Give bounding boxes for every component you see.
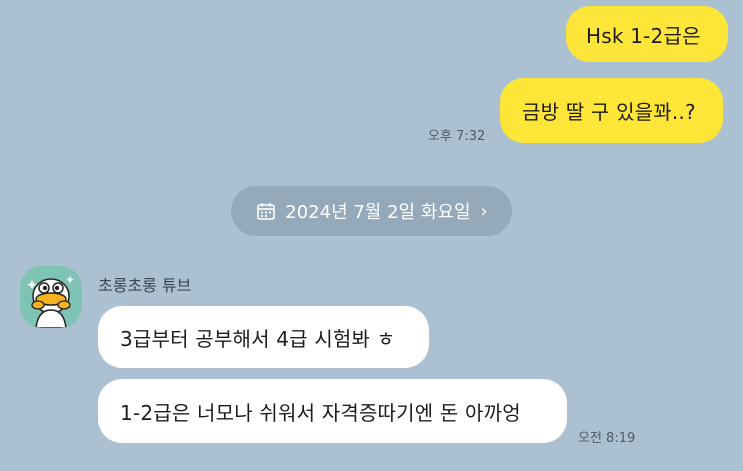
message-text: 3급부터 공부해서 4급 시험봐 ㅎ <box>120 326 396 351</box>
sent-message-bubble[interactable]: 금방 딸 구 있을꽈..? <box>500 78 723 143</box>
sent-message-bubble[interactable]: Hsk 1-2급은 <box>566 6 728 62</box>
message-timestamp: 오후 7:32 <box>428 129 486 144</box>
date-divider[interactable]: 2024년 7월 2일 화요일 › <box>231 186 512 236</box>
duck-avatar[interactable] <box>20 266 82 328</box>
message-text: 1-2급은 너모나 쉬워서 자격증따기엔 돈 아까엉 <box>120 400 521 425</box>
chevron-right-icon: › <box>480 200 488 222</box>
date-divider-text: 2024년 7월 2일 화요일 <box>285 202 471 223</box>
calendar-icon <box>255 200 277 222</box>
message-text: 금방 딸 구 있을꽈..? <box>522 100 696 124</box>
message-timestamp: 오전 8:19 <box>578 431 636 446</box>
message-text: Hsk 1-2급은 <box>586 23 701 48</box>
received-message-bubble[interactable]: 3급부터 공부해서 4급 시험봐 ㅎ <box>98 306 429 368</box>
received-message-bubble[interactable]: 1-2급은 너모나 쉬워서 자격증따기엔 돈 아까엉 <box>98 379 567 443</box>
sender-name[interactable]: 초롱초롱 튜브 <box>98 272 191 296</box>
